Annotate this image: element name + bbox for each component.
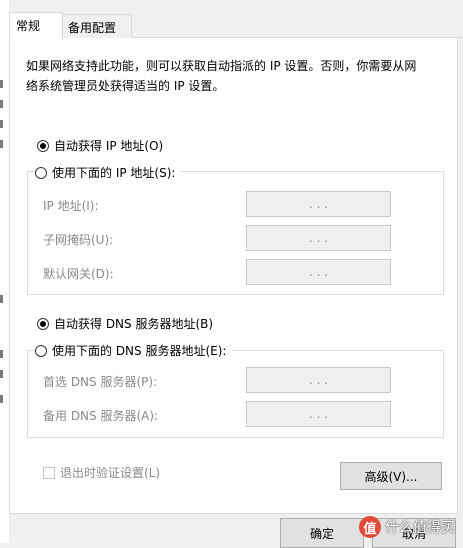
preferred-dns-value: . . . <box>308 373 329 387</box>
radio-auto-dns-label: 自动获得 DNS 服务器地址(B) <box>54 317 214 331</box>
validate-on-exit-label: 退出时验证设置(L) <box>60 466 161 480</box>
intro-text-line: 络系统管理员处获得适当的 IP 设置。 <box>26 79 225 93</box>
default-gateway-input[interactable]: . . . <box>246 259 391 285</box>
site-watermark: 值 什么值得买 <box>359 516 455 538</box>
background-mark <box>0 80 3 88</box>
preferred-dns-input[interactable]: . . . <box>246 367 391 393</box>
background-window-edge <box>0 0 9 543</box>
radio-manual-dns-label: 使用下面的 DNS 服务器地址(E): <box>52 344 227 358</box>
alternate-dns-label: 备用 DNS 服务器(A): <box>43 409 159 423</box>
background-mark <box>0 120 3 128</box>
preferred-dns-label: 首选 DNS 服务器(P): <box>43 375 158 389</box>
radio-manual-ip-indicator[interactable] <box>35 166 47 179</box>
subnet-mask-input[interactable]: . . . <box>246 225 391 251</box>
alternate-dns-input[interactable]: . . . <box>246 401 391 427</box>
ok-button-label: 确定 <box>309 526 334 541</box>
validate-on-exit-box[interactable] <box>43 466 55 479</box>
background-mark <box>0 350 3 358</box>
subnet-mask-value: . . . <box>308 231 329 245</box>
advanced-button[interactable]: 高级(V)... <box>340 462 442 490</box>
ip-address-value: . . . <box>308 197 329 211</box>
radio-auto-ip-label: 自动获得 IP 地址(O) <box>54 139 164 153</box>
background-mark <box>0 295 3 303</box>
tab-alternate-label: 备用配置 <box>68 21 117 35</box>
subnet-mask-label: 子网掩码(U): <box>43 233 114 247</box>
radio-auto-dns-indicator[interactable] <box>37 317 49 330</box>
background-mark <box>0 140 3 148</box>
radio-auto-dns[interactable]: 自动获得 DNS 服务器地址(B) <box>37 315 213 332</box>
tab-general[interactable]: 常规 <box>9 12 63 39</box>
background-mark <box>0 100 3 108</box>
ok-button[interactable]: 确定 <box>280 518 364 548</box>
tab-alternate-configuration[interactable]: 备用配置 <box>62 14 132 38</box>
radio-manual-ip-label: 使用下面的 IP 地址(S): <box>52 166 176 180</box>
watermark-logo-icon: 值 <box>359 516 381 538</box>
default-gateway-value: . . . <box>308 265 329 279</box>
background-mark <box>0 370 3 378</box>
radio-manual-dns-indicator[interactable] <box>35 344 47 357</box>
background-mark <box>0 395 3 403</box>
alternate-dns-value: . . . <box>308 407 329 421</box>
radio-manual-ip[interactable]: 使用下面的 IP 地址(S): <box>35 164 182 181</box>
advanced-button-label: 高级(V)... <box>364 469 418 484</box>
validate-on-exit-checkbox[interactable]: 退出时验证设置(L) <box>43 464 160 481</box>
tab-general-label: 常规 <box>16 19 41 33</box>
radio-auto-ip[interactable]: 自动获得 IP 地址(O) <box>37 137 163 154</box>
ip-address-input[interactable]: . . . <box>246 191 391 217</box>
radio-manual-dns[interactable]: 使用下面的 DNS 服务器地址(E): <box>35 342 233 359</box>
ip-address-label: IP 地址(I): <box>43 199 99 213</box>
intro-text: 如果网络支持此功能，则可以获取自动指派的 IP 设置。否则，你需要从网 络系统管… <box>26 56 436 96</box>
radio-auto-ip-indicator[interactable] <box>37 139 49 152</box>
default-gateway-label: 默认网关(D): <box>43 267 114 281</box>
watermark-text: 什么值得买 <box>385 520 455 536</box>
intro-text-line: 如果网络支持此功能，则可以获取自动指派的 IP 设置。否则，你需要从网 <box>26 59 417 73</box>
